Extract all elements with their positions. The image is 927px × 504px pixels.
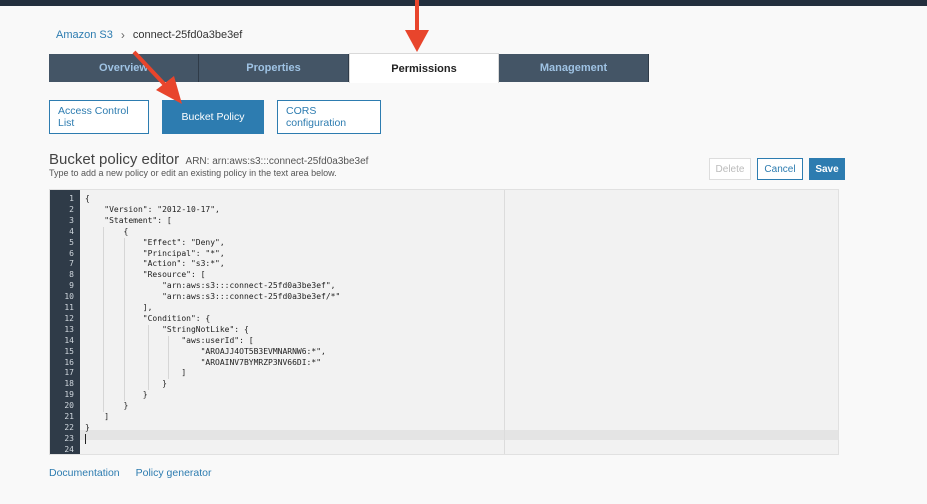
line-number: 12 (64, 313, 74, 323)
text-cursor (85, 433, 86, 444)
indent-guide (124, 237, 125, 402)
line-number: 24 (64, 444, 74, 454)
code-line: "Principal": "*", (85, 248, 225, 258)
page: Amazon S3 › connect-25fd0a3be3ef Overvie… (0, 0, 927, 504)
editor-hint: Type to add a new policy or edit an exis… (49, 168, 337, 178)
editor-heading: Bucket policy editor ARN: arn:aws:s3:::c… (49, 151, 368, 169)
line-number: 3 (69, 215, 74, 225)
code-line: ] (85, 368, 187, 378)
cancel-button[interactable]: Cancel (757, 158, 803, 180)
documentation-link[interactable]: Documentation (49, 467, 120, 479)
code-line: ] (85, 412, 110, 421)
delete-button[interactable]: Delete (709, 158, 751, 180)
line-number: 7 (69, 259, 74, 269)
code-line: } (85, 379, 167, 389)
indent-guide (103, 226, 104, 412)
code-line: "AROAJJ4OT5B3EVMNARNW6:*", (85, 346, 326, 356)
code-line: "StringNotLike": { (85, 324, 249, 334)
code-line: "Action": "s3:*", (85, 259, 225, 269)
annotation-arrow-permissions (405, 0, 429, 52)
line-number-gutter: 1 2 3 4 5 6 7 8 9 10 11 12 13 14 15 16 17 18 19 20 21 22 23 24 (50, 190, 80, 454)
tab-management[interactable]: Management (499, 54, 649, 82)
code-line: ], (85, 303, 153, 312)
line-number: 16 (64, 357, 74, 367)
code-line: } (85, 422, 90, 432)
line-number: 2 (69, 204, 74, 214)
line-number: 23 (64, 433, 74, 443)
line-number: 5 (69, 237, 74, 247)
code-line: } (85, 390, 148, 400)
breadcrumb-amazon-s3[interactable]: Amazon S3 (56, 29, 113, 41)
code-line: "Version": "2012-10-17", (85, 204, 220, 214)
line-number: 6 (69, 248, 74, 258)
line-number: 20 (64, 401, 74, 411)
line-number: 9 (69, 281, 74, 291)
breadcrumb-current-bucket: connect-25fd0a3be3ef (132, 29, 243, 41)
breadcrumb: Amazon S3 › connect-25fd0a3be3ef (56, 28, 242, 42)
code-line: { (85, 226, 129, 236)
footer-links: Documentation Policy generator (49, 467, 212, 479)
line-number: 22 (64, 422, 74, 432)
bucket-arn: ARN: arn:aws:s3:::connect-25fd0a3be3ef (185, 156, 369, 167)
line-number: 11 (64, 303, 74, 312)
line-number: 1 (69, 194, 74, 203)
line-number: 8 (69, 270, 74, 280)
editor-actions: Delete Cancel Save (709, 158, 845, 180)
code-line: "aws:userId": [ (85, 335, 254, 345)
line-number: 21 (64, 412, 74, 421)
line-number: 13 (64, 324, 74, 334)
indent-guide (148, 324, 149, 391)
line-number: 10 (64, 292, 74, 302)
line-number: 15 (64, 346, 74, 356)
code-line: "arn:aws:s3:::connect-25fd0a3be3ef", (85, 281, 336, 291)
policy-generator-link[interactable]: Policy generator (136, 467, 212, 479)
code-line: } (85, 401, 129, 411)
line-number: 14 (64, 335, 74, 345)
line-number: 18 (64, 379, 74, 389)
code-line: "AROAINV7BYMRZP3NV66DI:*" (85, 357, 322, 367)
permission-subtabs: Access Control List Bucket Policy CORS c… (49, 100, 381, 134)
annotation-arrow-bucket-policy (132, 50, 182, 104)
save-button[interactable]: Save (809, 158, 845, 180)
editor-title: Bucket policy editor (49, 151, 180, 168)
line-number: 4 (69, 226, 74, 236)
print-margin (504, 190, 505, 454)
policy-code-editor[interactable]: 1 2 3 4 5 6 7 8 9 10 11 12 13 14 15 16 17 18 19 20 21 22 23 24 … (49, 189, 839, 455)
line-number: 19 (64, 390, 74, 400)
indent-guide (168, 335, 169, 380)
cors-configuration-button[interactable]: CORS configuration (277, 100, 381, 134)
code-line: "Statement": [ (85, 215, 172, 225)
line-number: 17 (64, 368, 74, 378)
code-line: { (85, 194, 90, 203)
code-line: "Effect": "Deny", (85, 237, 225, 247)
tab-properties[interactable]: Properties (199, 54, 349, 82)
code-area[interactable]: { "Version": "2012-10-17", "Statement": … (80, 190, 838, 454)
breadcrumb-separator: › (120, 28, 125, 42)
